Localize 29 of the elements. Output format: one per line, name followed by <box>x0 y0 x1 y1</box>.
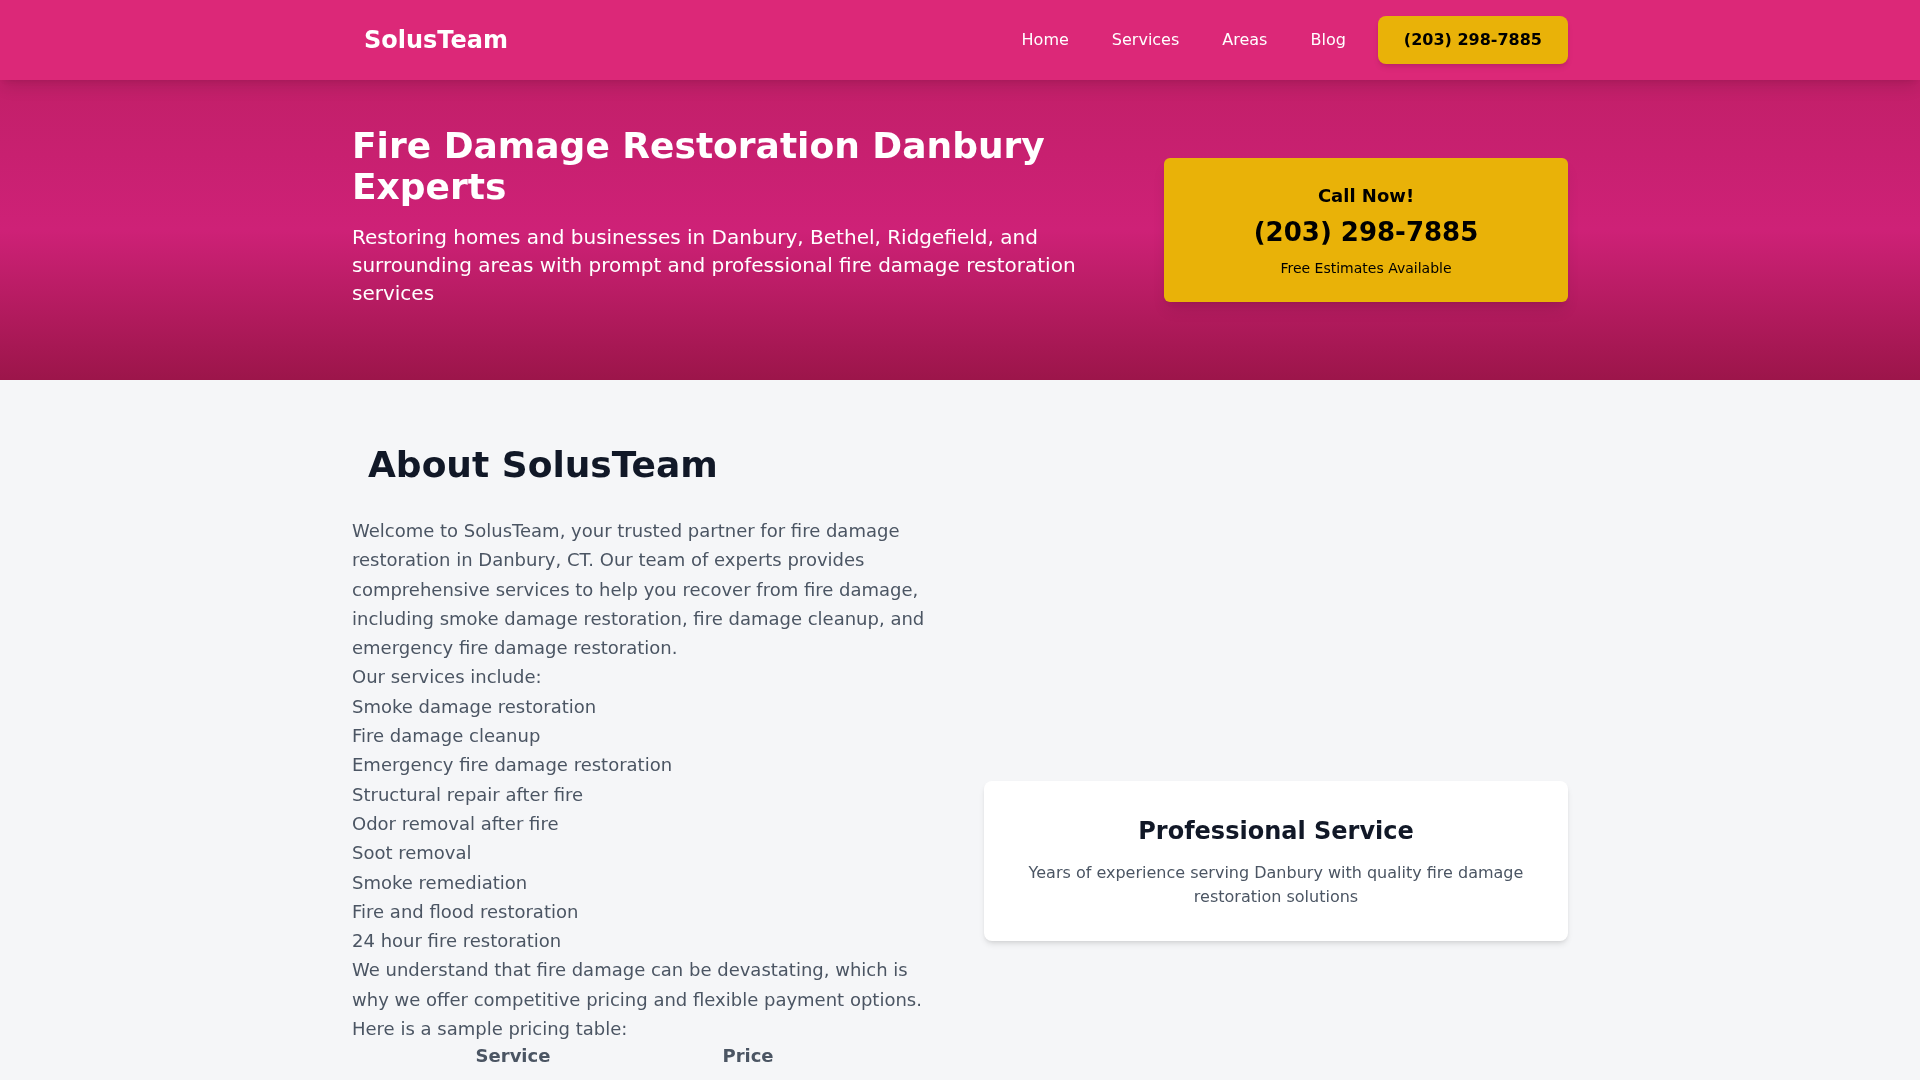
service-item: Odor removal after fire <box>352 811 560 836</box>
about-heading: About SolusTeam <box>367 443 719 487</box>
services-intro: Our services include: <box>352 665 543 690</box>
call-card-phone[interactable]: (203) 298-7885 <box>1253 212 1479 252</box>
feature-description: Years of experience serving Danbury with quality fire damage restoration solutions <box>1027 862 1525 908</box>
service-item: Soot removal <box>352 841 473 866</box>
service-item: Structural repair after fire <box>352 782 585 807</box>
service-item: Emergency fire damage restoration <box>352 753 674 778</box>
table-header: Service <box>474 1044 552 1069</box>
hero-title: Fire Damage Restoration Danbury Experts <box>352 125 1046 207</box>
feature-title: Professional Service <box>1138 816 1414 847</box>
nav-link[interactable]: Services <box>1111 28 1180 52</box>
table-intro: Here is a sample pricing table: <box>352 1017 629 1042</box>
service-item: Smoke remediation <box>352 870 529 895</box>
service-item: Fire damage cleanup <box>352 724 542 749</box>
nav-link[interactable]: Areas <box>1222 28 1268 52</box>
service-item: 24 hour fire restoration <box>352 929 563 954</box>
hero-subtitle: Restoring homes and businesses in Danbury, Bethel, Ridgefield, and surrounding areas with prompt and professional fire damage restoration services <box>352 224 1077 307</box>
call-now-heading: Call Now! <box>1317 183 1415 208</box>
nav-link[interactable]: Blog <box>1310 28 1346 52</box>
service-item: Smoke damage restoration <box>352 694 598 719</box>
service-item: Fire and flood restoration <box>352 899 580 924</box>
call-card-note: Free Estimates Available <box>1280 258 1452 278</box>
nav-link[interactable]: Home <box>1021 28 1069 52</box>
table-header: Price <box>721 1044 775 1069</box>
about-intro: Welcome to SolusTeam, your trusted partner for fire damage restoration in Danbury, CT. Our team of experts provides comprehensive services to help you recover from fire damage, including smoke damage restoration, fire damage cleanup, and emergency fire damage restoration. <box>352 519 926 661</box>
phone-button[interactable]: (203) 298-7885 <box>1377 16 1568 64</box>
pricing-text: We understand that fire damage can be devastating, which is why we offer competitive pricing and flexible payment options. <box>352 958 923 1012</box>
site-logo[interactable]: SolusTeam <box>352 22 509 58</box>
